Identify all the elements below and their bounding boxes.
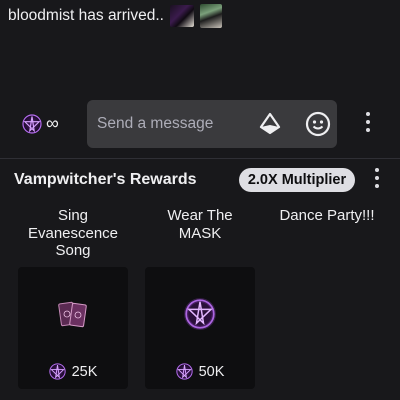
reward-card[interactable]: 50K (145, 267, 255, 389)
rewards-title: Vampwitcher's Rewards (14, 171, 197, 188)
reward-title: Wear The MASK (167, 207, 233, 242)
reward-item-dance-party[interactable]: Dance Party!!! (272, 207, 382, 267)
bits-icon[interactable] (259, 112, 281, 136)
chat-message: bloodmist has arrived.. (8, 4, 222, 28)
reward-cost-value: 25K (71, 363, 98, 380)
reward-cost: 25K (18, 363, 128, 380)
reward-title: Sing Evanescence Song (27, 207, 119, 259)
emote-image[interactable] (199, 4, 222, 28)
reward-cost-value: 50K (198, 363, 225, 380)
chat-input-box (87, 100, 337, 148)
reward-item-wear-the-mask[interactable]: Wear The MASK 50K (145, 207, 255, 397)
channel-points-button[interactable]: ∞ (22, 113, 59, 134)
reward-cost: 50K (145, 363, 255, 380)
emote-image[interactable] (169, 5, 194, 27)
chat-input-row: ∞ (0, 98, 400, 154)
rewards-panel: Vampwitcher's Rewards 2.0X Multiplier Si… (0, 159, 400, 400)
pentagram-icon (175, 363, 193, 380)
chat-message-text: bloodmist has arrived.. (8, 7, 164, 24)
reward-card[interactable]: 25K (18, 267, 128, 389)
reward-title: Dance Party!!! (279, 207, 375, 224)
multiplier-badge: 2.0X Multiplier (239, 168, 355, 192)
pentagram-icon (184, 298, 216, 330)
pentagram-icon (22, 113, 42, 134)
chat-settings-icon[interactable] (363, 112, 373, 136)
tarot-cards-icon (58, 301, 87, 328)
emote-picker-icon[interactable] (305, 111, 331, 137)
chat-message-input[interactable] (95, 110, 259, 138)
rewards-more-icon[interactable] (372, 168, 382, 192)
pentagram-icon (48, 363, 66, 380)
points-balance: ∞ (46, 113, 59, 133)
reward-item-sing-evanescence[interactable]: Sing Evanescence Song 25K (18, 207, 128, 397)
